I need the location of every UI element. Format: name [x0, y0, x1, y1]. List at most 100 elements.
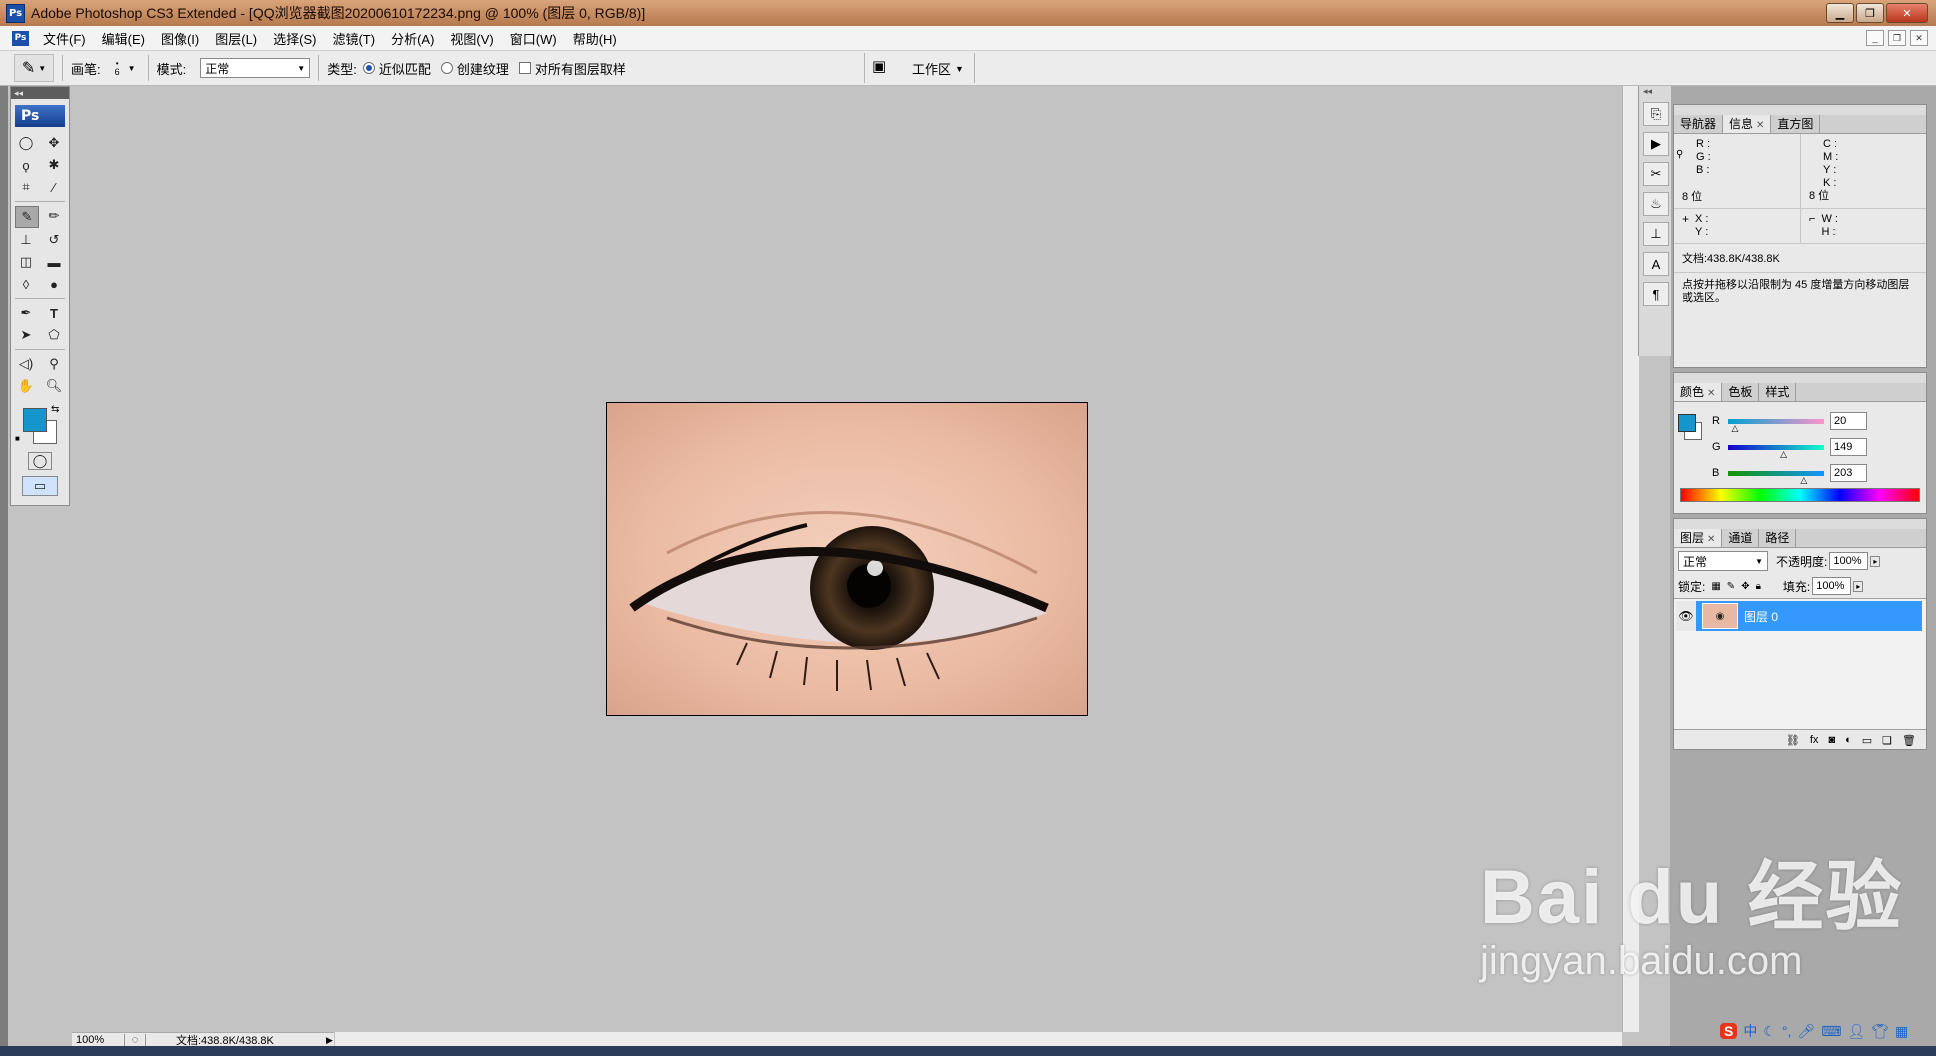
- clone-source-panel-icon[interactable]: ⊥: [1643, 222, 1669, 246]
- menu-layer[interactable]: 图层(L): [207, 29, 265, 48]
- tab-swatches[interactable]: 色板: [1722, 383, 1760, 401]
- doc-minimize-button[interactable]: _: [1866, 30, 1884, 46]
- lock-position-icon[interactable]: ✥: [1741, 581, 1749, 592]
- marquee-tool-icon[interactable]: ◯: [15, 133, 37, 153]
- brush-tool-icon[interactable]: ✏: [43, 206, 65, 226]
- close-button[interactable]: ✕: [1886, 3, 1928, 23]
- vertical-scrollbar[interactable]: [1622, 86, 1639, 1032]
- shape-tool-icon[interactable]: ⬠: [43, 325, 65, 345]
- menu-select[interactable]: 选择(S): [265, 29, 324, 48]
- visibility-eye-icon[interactable]: 👁︎: [1676, 601, 1696, 631]
- dodge-tool-icon[interactable]: ●: [43, 274, 65, 294]
- restore-button[interactable]: ❐: [1856, 3, 1884, 23]
- tab-layers[interactable]: 图层 ✕: [1674, 529, 1723, 547]
- fill-arrow-icon[interactable]: ▸: [1853, 580, 1864, 592]
- menu-help[interactable]: 帮助(H): [565, 29, 625, 48]
- fill-input[interactable]: 100%: [1812, 577, 1852, 595]
- punctuation-icon[interactable]: °,: [1782, 1023, 1792, 1039]
- status-menu-icon[interactable]: ▶: [326, 1035, 333, 1046]
- red-slider[interactable]: △: [1728, 418, 1824, 433]
- move-tool-icon[interactable]: ✥: [43, 133, 65, 153]
- sogou-logo-icon[interactable]: S: [1720, 1023, 1738, 1039]
- history-panel-icon[interactable]: ⎘: [1643, 102, 1669, 126]
- lock-image-icon[interactable]: ✎: [1727, 581, 1735, 592]
- new-group-icon[interactable]: ▭: [1862, 734, 1872, 747]
- toolbox-logo[interactable]: Ps: [15, 105, 65, 127]
- blue-slider[interactable]: △: [1728, 470, 1824, 485]
- menu-filter[interactable]: 滤镜(T): [324, 29, 383, 48]
- blue-value[interactable]: 203: [1830, 464, 1867, 482]
- brushes-panel-icon[interactable]: ♨: [1643, 192, 1669, 216]
- type-texture-radio[interactable]: [440, 62, 453, 74]
- brush-picker[interactable]: • 6: [115, 59, 120, 77]
- color-fg-swatch[interactable]: [1678, 414, 1696, 432]
- delete-layer-icon[interactable]: 🗑︎: [1902, 734, 1916, 747]
- green-value[interactable]: 149: [1830, 438, 1867, 456]
- layer-mask-icon[interactable]: ◙: [1828, 734, 1835, 747]
- slice-tool-icon[interactable]: ⁄: [43, 177, 65, 197]
- layer-name[interactable]: 图层 0: [1744, 608, 1778, 625]
- history-brush-tool-icon[interactable]: ↺: [43, 230, 65, 250]
- layer-style-icon[interactable]: fx: [1810, 734, 1819, 747]
- menu-edit[interactable]: 编辑(E): [94, 29, 153, 48]
- doc-restore-button[interactable]: ❐: [1888, 30, 1906, 46]
- toolbox-collapse-icon[interactable]: ◂◂: [11, 87, 69, 99]
- menu-window[interactable]: 窗口(W): [502, 29, 565, 48]
- keyboard-icon[interactable]: ⌨: [1821, 1023, 1841, 1040]
- gradient-tool-icon[interactable]: ▬: [43, 252, 65, 272]
- horizontal-scrollbar[interactable]: [335, 1032, 1622, 1046]
- microphone-icon[interactable]: 🎤︎: [1797, 1023, 1815, 1040]
- magic-wand-tool-icon[interactable]: ✱: [43, 155, 65, 175]
- skin-icon[interactable]: 👕︎: [1871, 1023, 1889, 1040]
- close-icon[interactable]: ✕: [1756, 120, 1764, 131]
- tab-channels[interactable]: 通道: [1722, 529, 1760, 547]
- adjustment-layer-icon[interactable]: ◐: [1845, 734, 1852, 747]
- hand-tool-icon[interactable]: ✋: [15, 376, 37, 396]
- menu-view[interactable]: 视图(V): [442, 29, 501, 48]
- minimize-button[interactable]: ▁: [1826, 3, 1854, 23]
- eraser-tool-icon[interactable]: ◫: [15, 252, 37, 272]
- tab-info[interactable]: 信息 ✕: [1723, 115, 1772, 133]
- paragraph-panel-icon[interactable]: ¶: [1643, 282, 1669, 306]
- actions-panel-icon[interactable]: ▶: [1643, 132, 1669, 156]
- screen-mode-icon[interactable]: ▭: [22, 476, 58, 496]
- lock-transparent-icon[interactable]: ▦: [1711, 581, 1720, 592]
- crop-tool-icon[interactable]: ⌗: [15, 177, 37, 197]
- close-icon[interactable]: ✕: [1707, 388, 1715, 399]
- zoom-level[interactable]: 100%: [72, 1034, 125, 1046]
- color-spectrum-ramp[interactable]: [1680, 488, 1920, 502]
- menu-analysis[interactable]: 分析(A): [383, 29, 442, 48]
- link-layers-icon[interactable]: ⛓: [1786, 734, 1800, 747]
- type-tool-icon[interactable]: T: [43, 303, 65, 323]
- ime-language-label[interactable]: 中: [1743, 1021, 1757, 1041]
- doc-close-button[interactable]: ✕: [1910, 30, 1928, 46]
- lasso-tool-icon[interactable]: ϙ: [15, 155, 37, 175]
- opacity-arrow-icon[interactable]: ▸: [1870, 555, 1881, 567]
- eyedropper-tool-icon[interactable]: ⚲: [43, 354, 65, 374]
- tool-presets-panel-icon[interactable]: ✂: [1643, 162, 1669, 186]
- red-slider-thumb[interactable]: △: [1731, 423, 1738, 434]
- quick-mask-icon[interactable]: ◯: [28, 452, 52, 470]
- new-layer-icon[interactable]: ❏: [1882, 734, 1892, 747]
- document-image[interactable]: [606, 402, 1088, 716]
- green-slider-thumb[interactable]: △: [1780, 449, 1787, 460]
- document-icon[interactable]: Ps: [12, 30, 29, 46]
- close-icon[interactable]: ✕: [1707, 534, 1715, 545]
- clone-stamp-tool-icon[interactable]: ⊥: [15, 230, 37, 250]
- green-slider[interactable]: △: [1728, 444, 1824, 459]
- sample-all-layers-checkbox[interactable]: [518, 62, 531, 74]
- tab-styles[interactable]: 样式: [1759, 383, 1797, 401]
- swap-colors-icon[interactable]: ⇆: [51, 404, 59, 415]
- menu-file[interactable]: 文件(F): [35, 29, 94, 48]
- notes-tool-icon[interactable]: ◁): [15, 354, 37, 374]
- red-value[interactable]: 20: [1830, 412, 1867, 430]
- blur-tool-icon[interactable]: ◊: [15, 274, 37, 294]
- tab-histogram[interactable]: 直方图: [1771, 115, 1821, 133]
- path-selection-tool-icon[interactable]: ➤: [15, 325, 37, 345]
- healing-brush-tool-icon[interactable]: ✎: [15, 206, 39, 228]
- tab-navigator[interactable]: 导航器: [1674, 115, 1724, 133]
- pen-tool-icon[interactable]: ✒: [15, 303, 37, 323]
- blue-slider-thumb[interactable]: △: [1800, 475, 1807, 486]
- bridge-button[interactable]: ▣: [872, 57, 886, 75]
- tab-paths[interactable]: 路径: [1759, 529, 1797, 547]
